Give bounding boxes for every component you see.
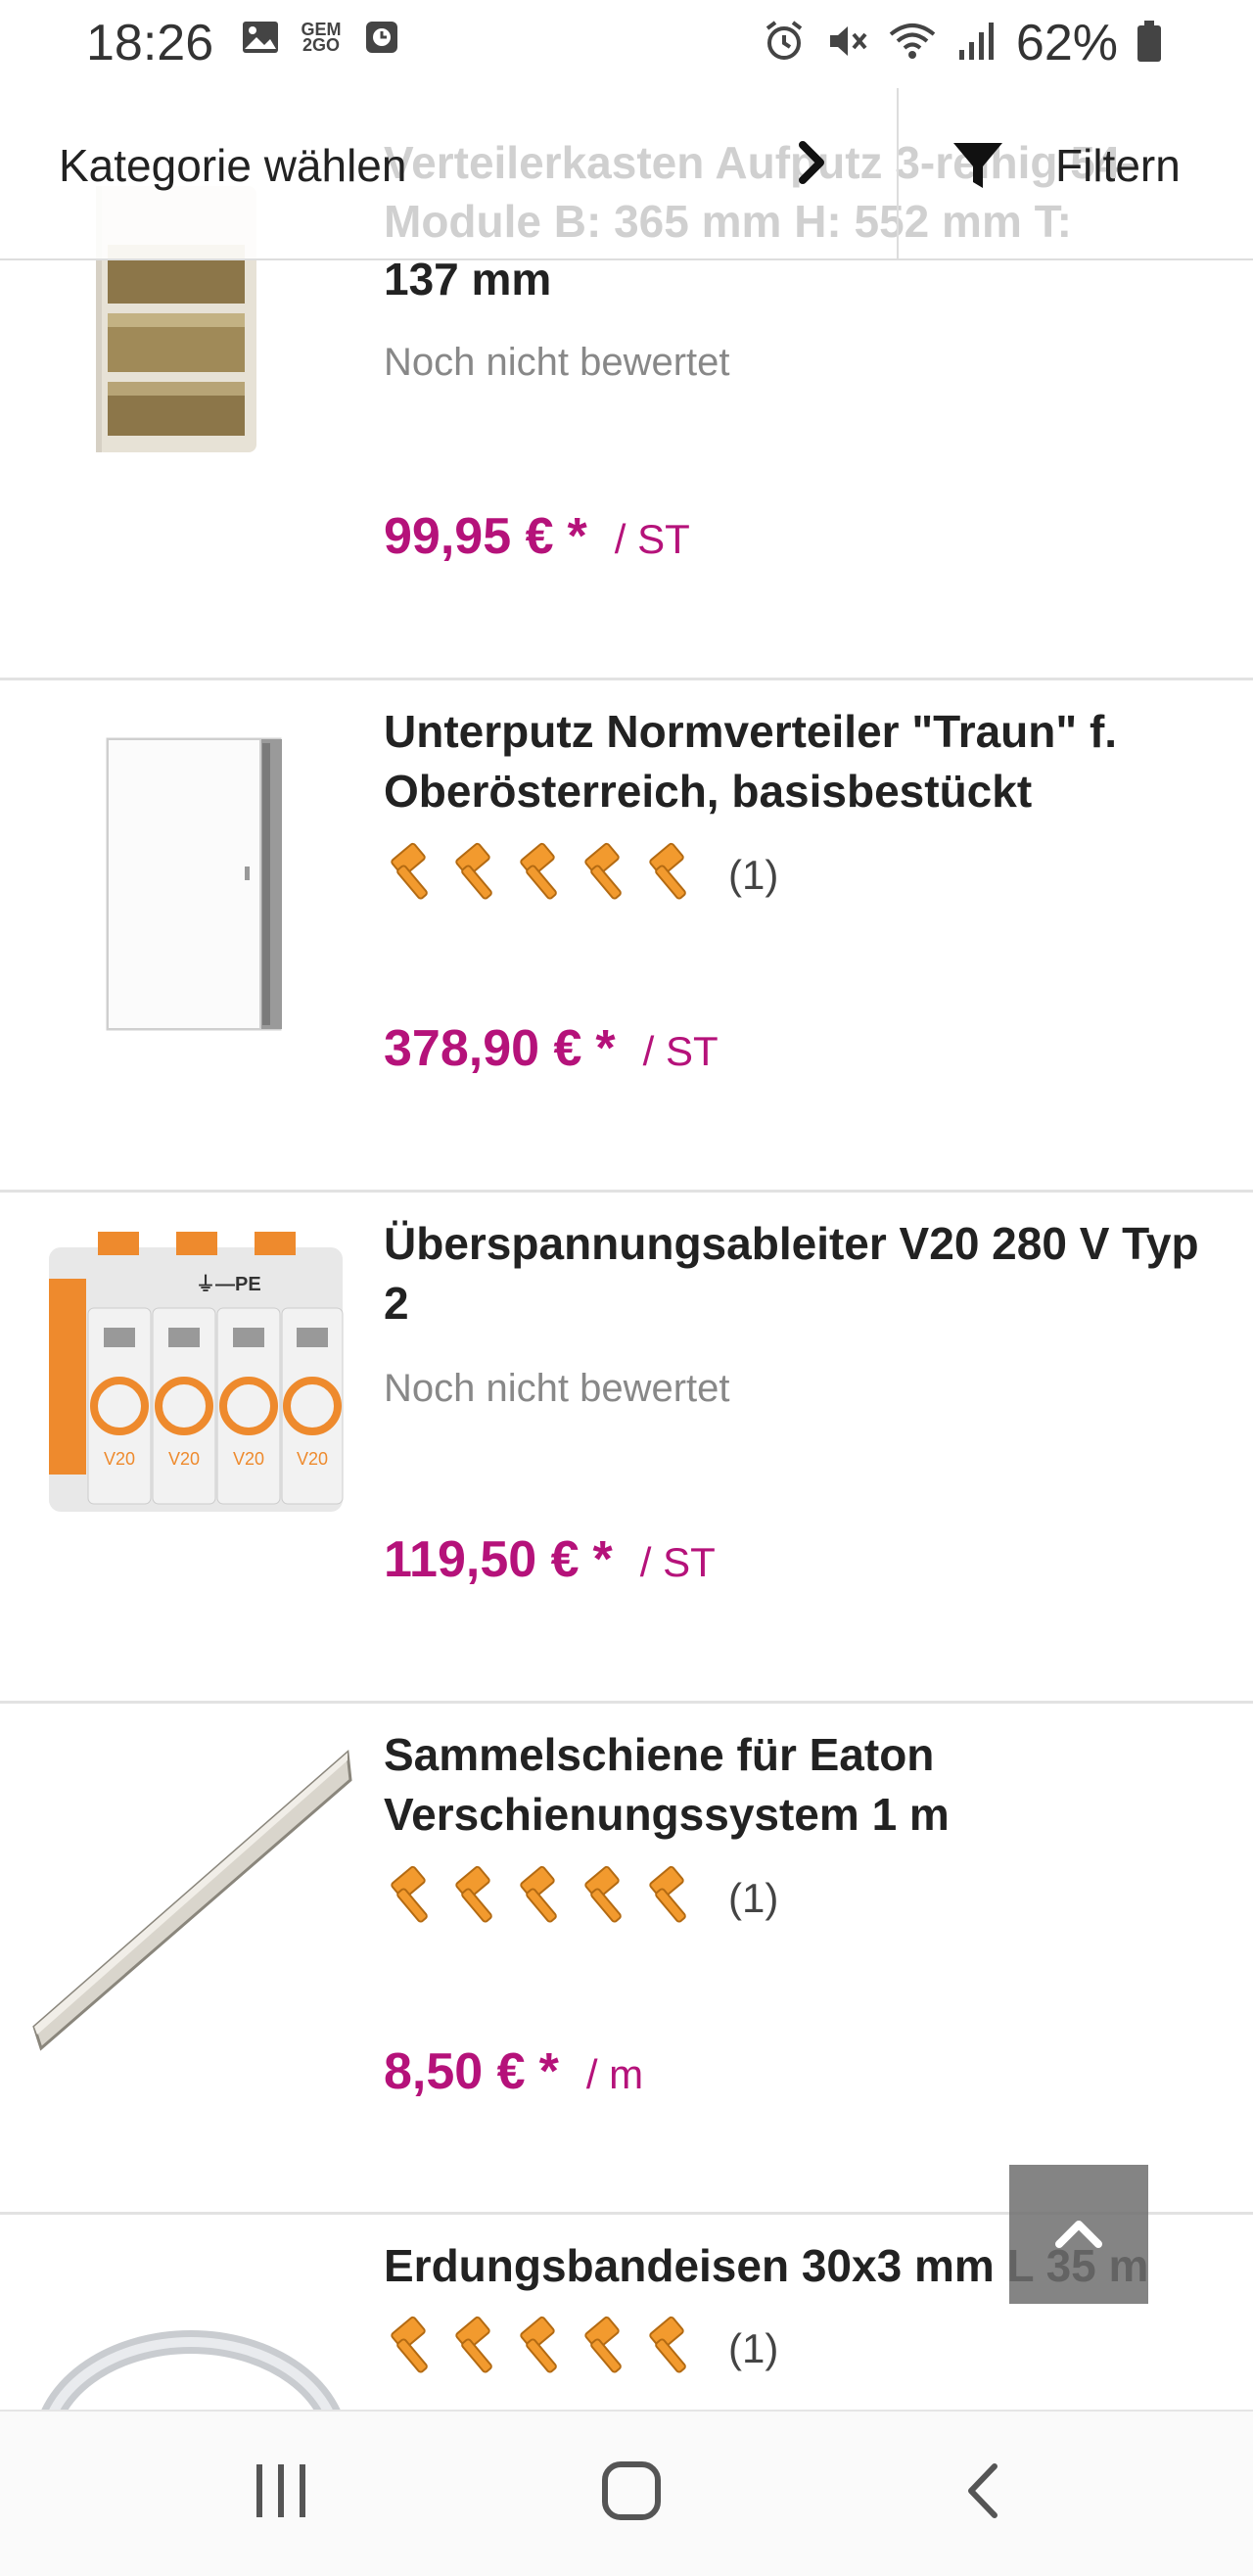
image-icon — [241, 18, 280, 57]
rating-hammer-icon — [578, 842, 638, 908]
gem-label-bottom: 2GO — [302, 35, 340, 55]
rating-hammers — [384, 2316, 703, 2381]
rating-hammer-icon — [448, 2316, 509, 2381]
price-asterisk: * — [595, 1020, 616, 1077]
category-filter-bar: Verteilerkasten Aufputz 3-reihig 54-Modu… — [0, 88, 1253, 260]
rating-hammer-icon — [448, 842, 509, 908]
status-left-icons: GEM 2GO — [241, 18, 401, 57]
module-label: V20 — [297, 1449, 328, 1469]
rating-hammer-icon — [578, 2316, 638, 2381]
back-icon[interactable] — [959, 2459, 1008, 2528]
busbar-image[interactable] — [29, 1733, 352, 2056]
recent-apps-icon[interactable] — [253, 2459, 311, 2528]
price-value: 8,50 € — [384, 2043, 526, 2100]
rating-hammer-icon — [384, 842, 444, 908]
status-bar: 18:26 GEM 2GO 62% — [0, 0, 1253, 88]
surge-arrester-image[interactable]: ⏚—PE V20 V20 V20 V20 — [29, 1220, 352, 1543]
back-to-top-button[interactable] — [1009, 2165, 1148, 2304]
module-label: V20 — [104, 1449, 135, 1469]
rating-status: Noch nicht bewertet — [384, 341, 730, 384]
battery-percent: 62% — [1015, 15, 1118, 71]
product-item[interactable]: ⏚—PE V20 V20 V20 V20 Überspannungsableit… — [0, 1193, 1253, 1704]
price-unit: / m — [585, 2051, 644, 2097]
price-unit: / ST — [639, 1539, 716, 1585]
rating-status: Noch nicht bewertet — [384, 1367, 730, 1410]
price-value: 119,50 € — [384, 1531, 580, 1588]
product-price: 8,50 € * / m — [384, 2042, 643, 2101]
product-item[interactable]: Sammelschiene für Eaton Verschienungssys… — [0, 1704, 1253, 2215]
rating-hammer-icon — [642, 1865, 703, 1931]
header-divider — [897, 88, 899, 260]
product-title[interactable]: Sammelschiene für Eaton Verschienungssys… — [384, 1725, 1226, 1845]
arrow-up-icon — [1051, 2213, 1106, 2257]
gem2go-icon: GEM 2GO — [302, 18, 342, 57]
price-value: 99,95 € — [384, 508, 554, 565]
pe-label: ⏚—PE — [196, 1273, 261, 1295]
rating-hammers — [384, 842, 703, 908]
home-icon[interactable] — [599, 2459, 664, 2528]
product-title[interactable]: Unterputz Normverteiler "Traun" f. Oberö… — [384, 702, 1226, 821]
rating-hammer-icon — [513, 1865, 574, 1931]
status-time: 18:26 — [86, 15, 214, 71]
rating-hammer-icon — [642, 842, 703, 908]
rating-count: (1) — [728, 851, 779, 898]
product-price: 119,50 € * / ST — [384, 1530, 716, 1589]
price-asterisk: * — [567, 508, 587, 565]
price-asterisk: * — [592, 1531, 613, 1588]
product-price: 99,95 € * / ST — [384, 507, 690, 566]
rating-hammer-icon — [513, 842, 574, 908]
filter-button[interactable]: Filtern — [1055, 139, 1181, 192]
rating-hammer-icon — [384, 1865, 444, 1931]
product-rating: (1) — [384, 1865, 778, 1931]
filter-icon[interactable] — [950, 137, 1006, 199]
product-title[interactable]: Überspannungsableiter V20 280 V Typ 2 — [384, 1214, 1226, 1334]
module-label: V20 — [233, 1449, 264, 1469]
price-unit: / ST — [614, 516, 690, 562]
flush-mounted-cabinet-image[interactable] — [29, 720, 352, 1043]
product-item[interactable]: Unterputz Normverteiler "Traun" f. Oberö… — [0, 680, 1253, 1193]
product-rating: (1) — [384, 842, 778, 908]
rating-hammer-icon — [642, 2316, 703, 2381]
rating-hammers — [384, 1865, 703, 1931]
product-price: 378,90 € * / ST — [384, 1019, 719, 1078]
mute-icon — [824, 19, 869, 69]
rating-hammer-icon — [578, 1865, 638, 1931]
rating-count: (1) — [728, 2324, 779, 2371]
signal-icon — [955, 19, 998, 69]
rating-hammer-icon — [384, 2316, 444, 2381]
price-unit: / ST — [642, 1028, 719, 1074]
category-select-label[interactable]: Kategorie wählen — [59, 139, 406, 192]
battery-icon — [1136, 19, 1163, 69]
clock-app-icon — [362, 18, 401, 57]
wifi-icon — [887, 19, 938, 69]
price-value: 378,90 € — [384, 1020, 582, 1077]
product-rating: (1) — [384, 2316, 778, 2381]
rating-count: (1) — [728, 1874, 779, 1921]
system-navigation-bar — [0, 2410, 1253, 2576]
rating-hammer-icon — [513, 2316, 574, 2381]
status-right-icons: 62% — [762, 14, 1163, 72]
rating-hammer-icon — [448, 1865, 509, 1931]
price-asterisk: * — [538, 2043, 559, 2100]
alarm-icon — [762, 19, 807, 69]
chevron-right-icon[interactable] — [793, 139, 832, 191]
module-label: V20 — [168, 1449, 200, 1469]
